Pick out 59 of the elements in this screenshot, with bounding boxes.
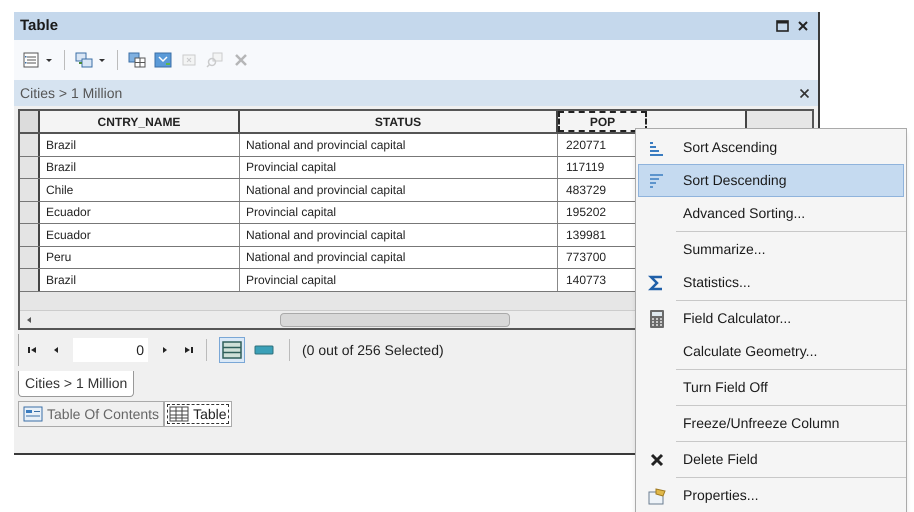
table-cell: Ecuador xyxy=(40,224,240,246)
table-cell: National and provincial capital xyxy=(240,179,558,200)
table-cell: Brazil xyxy=(40,156,240,178)
table-cell: Chile xyxy=(40,179,240,200)
layer-tab[interactable]: Cities > 1 Million xyxy=(18,371,134,397)
column-header[interactable]: CNTRY_NAME xyxy=(40,111,240,132)
table-of-contents-icon xyxy=(23,406,43,422)
show-all-records-button[interactable] xyxy=(219,337,245,363)
table-cell: National and provincial capital xyxy=(240,134,558,156)
related-tables-icon xyxy=(75,51,93,69)
calculator-icon xyxy=(647,308,667,328)
column-header[interactable]: POP xyxy=(558,111,647,132)
table-cell: Provincial capital xyxy=(240,269,558,290)
properties-icon xyxy=(647,486,667,506)
scrollbar-thumb[interactable] xyxy=(280,312,510,326)
select-table-icon xyxy=(128,51,146,69)
menu-item[interactable]: Delete Field xyxy=(638,443,904,476)
row-selector[interactable] xyxy=(20,134,40,156)
row-selector[interactable] xyxy=(20,246,40,268)
table-cell: Peru xyxy=(40,246,240,268)
row-selector[interactable] xyxy=(20,179,40,200)
table-cell: Provincial capital xyxy=(240,156,558,178)
last-icon xyxy=(182,345,194,355)
table-options-icon xyxy=(22,51,40,69)
table-cell: Brazil xyxy=(40,134,240,156)
column-header[interactable]: STATUS xyxy=(240,111,558,132)
last-record-button[interactable] xyxy=(182,345,194,355)
all-rows-icon xyxy=(222,341,242,359)
layer-title: Cities > 1 Million xyxy=(20,84,124,102)
first-record-button[interactable] xyxy=(27,345,39,355)
table-cell: National and provincial capital xyxy=(240,246,558,268)
close-icon xyxy=(797,20,809,32)
selected-rows-icon xyxy=(254,345,274,355)
table-cell: Brazil xyxy=(40,269,240,290)
row-selector[interactable] xyxy=(20,269,40,290)
selection-count: (0 out of 256 Selected) xyxy=(302,340,444,360)
zoom-icon xyxy=(206,51,224,69)
first-icon xyxy=(27,345,39,355)
view-tab[interactable]: Table xyxy=(164,401,232,427)
maximize-icon xyxy=(776,20,788,32)
table-cell: Provincial capital xyxy=(240,202,558,223)
row-selector[interactable] xyxy=(20,202,40,223)
view-tab[interactable]: Table Of Contents xyxy=(18,401,164,427)
window-title: Table xyxy=(20,16,60,36)
row-selector[interactable] xyxy=(20,224,40,246)
record-field[interactable]: 0 xyxy=(73,338,148,362)
maximize-button[interactable] xyxy=(774,18,790,34)
menu-item[interactable]: Properties... xyxy=(638,479,904,512)
close-icon xyxy=(798,88,810,98)
switch-selection-icon xyxy=(154,51,172,69)
menu-item[interactable]: Sort Descending xyxy=(638,164,904,197)
menu-item[interactable]: Turn Field Off xyxy=(638,371,904,404)
menu-item[interactable]: Calculate Geometry... xyxy=(638,335,904,368)
menu-item[interactable]: Field Calculator... xyxy=(638,302,904,335)
table-icon xyxy=(169,406,190,422)
table-cell: National and provincial capital xyxy=(240,224,558,246)
menu-item[interactable]: Freeze/Unfreeze Column xyxy=(638,407,904,440)
row-selector[interactable] xyxy=(20,156,40,178)
table-cell: Ecuador xyxy=(40,202,240,223)
